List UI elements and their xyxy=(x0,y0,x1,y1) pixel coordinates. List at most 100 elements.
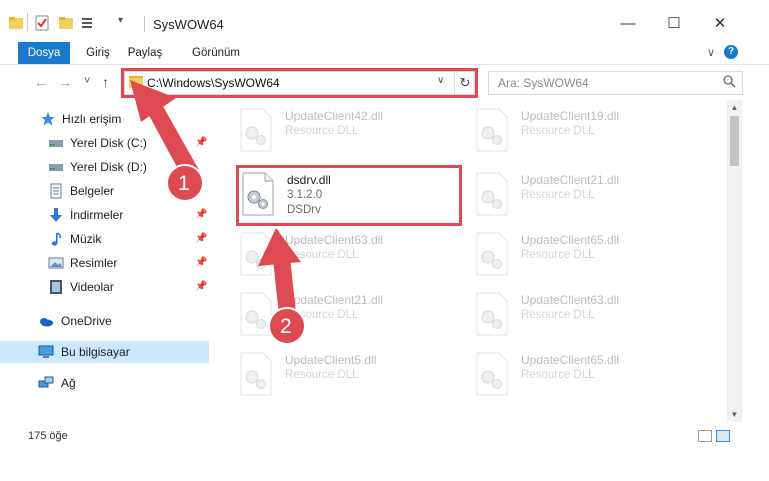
pin-icon[interactable]: 📌 xyxy=(195,233,207,244)
tab-giris[interactable]: Giriş xyxy=(78,42,118,64)
window-bottom xyxy=(0,450,769,481)
file-item[interactable]: UpdateClient21.dll Resource DLL xyxy=(471,168,691,224)
new-folder-icon[interactable] xyxy=(58,15,74,31)
sidebar-item-this-pc[interactable]: Bu bilgisayar xyxy=(0,341,209,363)
navigation-pane: Hızlı erişim Yerel Disk (C:) 📌 Yerel Dis… xyxy=(0,100,213,422)
file-item[interactable]: UpdateClient63.dll Resource DLL xyxy=(235,228,455,284)
file-description: Resource DLL xyxy=(521,249,595,261)
file-description: Resource DLL xyxy=(285,249,359,261)
sidebar-item-network[interactable]: Ağ xyxy=(0,372,209,394)
sidebar-item-videos[interactable]: Videolar 📌 xyxy=(0,276,209,298)
sidebar-item-label: Bu bilgisayar xyxy=(61,345,130,359)
properties-icon[interactable] xyxy=(34,15,50,31)
file-item[interactable]: UpdateClient42.dll Resource DLL xyxy=(235,104,455,160)
pin-icon[interactable]: 📌 xyxy=(195,137,207,148)
item-count: 175 öğe xyxy=(28,430,68,442)
dll-file-icon xyxy=(476,232,508,276)
file-description: Resource DLL xyxy=(521,309,595,321)
dll-file-icon xyxy=(240,232,272,276)
drive-icon xyxy=(49,140,63,147)
file-item[interactable]: UpdateClient65.dll Resource DLL xyxy=(471,348,691,404)
status-bar: 175 öğe xyxy=(0,422,769,450)
pictures-icon xyxy=(48,257,64,269)
step-2-label: 2 xyxy=(280,315,292,338)
dll-file-icon xyxy=(476,108,508,152)
computer-icon xyxy=(38,345,54,358)
sidebar-item-drive-c[interactable]: Yerel Disk (C:) 📌 xyxy=(0,132,209,154)
network-icon xyxy=(38,376,54,388)
details-view-icon[interactable] xyxy=(698,430,712,442)
sidebar-item-pictures[interactable]: Resimler 📌 xyxy=(0,252,209,274)
sidebar-item-quick-access[interactable]: Hızlı erişim xyxy=(0,108,209,130)
address-highlight xyxy=(121,68,478,98)
tab-dosya[interactable]: Dosya xyxy=(18,42,70,64)
file-item[interactable]: UpdateClient19.dll Resource DLL xyxy=(471,104,691,160)
onedrive-icon xyxy=(40,318,53,327)
sidebar-item-label: Ağ xyxy=(61,376,76,390)
documents-icon xyxy=(50,183,62,199)
file-item[interactable]: UpdateClient21.dll Resource DLL xyxy=(235,288,455,344)
help-icon[interactable]: ? xyxy=(724,45,738,59)
search-input[interactable]: Ara: SysWOW64 xyxy=(488,71,743,95)
sidebar-item-label: Yerel Disk (C:) xyxy=(70,136,147,150)
dll-file-icon xyxy=(476,172,508,216)
sidebar-item-label: Videolar xyxy=(70,280,114,294)
music-icon xyxy=(51,232,61,246)
scroll-up-icon[interactable]: ▲ xyxy=(727,100,742,115)
file-description: Resource DLL xyxy=(285,125,359,137)
star-icon xyxy=(41,112,55,126)
close-button[interactable]: ✕ xyxy=(697,8,743,38)
videos-icon xyxy=(50,280,62,294)
ribbon-expand-icon[interactable]: ∨ xyxy=(707,46,715,59)
pin-icon[interactable]: 📌 xyxy=(195,257,207,268)
dll-file-icon xyxy=(476,292,508,336)
toolbar-divider xyxy=(27,13,28,31)
file-name: UpdateClient65.dll xyxy=(521,353,620,367)
tab-gorunum[interactable]: Görünüm xyxy=(184,42,248,64)
window-title: SysWOW64 xyxy=(153,17,224,32)
drive-icon xyxy=(49,164,63,171)
file-name: UpdateClient5.dll xyxy=(285,353,377,367)
minimize-button[interactable]: — xyxy=(605,8,651,38)
file-item[interactable]: UpdateClient5.dll Resource DLL xyxy=(235,348,455,404)
scroll-down-icon[interactable]: ▼ xyxy=(727,407,742,422)
search-icon xyxy=(723,75,736,88)
title-divider xyxy=(144,16,145,32)
maximize-button[interactable]: ☐ xyxy=(651,8,697,38)
sidebar-item-label: OneDrive xyxy=(61,314,112,328)
search-placeholder: Ara: SysWOW64 xyxy=(498,76,589,90)
recent-locations-button[interactable]: ˅ xyxy=(84,75,90,87)
file-item[interactable]: UpdateClient65.dll Resource DLL xyxy=(471,228,691,284)
scroll-thumb[interactable] xyxy=(730,116,739,166)
file-name: UpdateClient63.dll xyxy=(521,293,620,307)
dll-file-icon xyxy=(240,352,272,396)
file-name: UpdateClient63.dll xyxy=(285,233,384,247)
tab-paylas[interactable]: Paylaş xyxy=(120,42,170,64)
file-item[interactable]: UpdateClient63.dll Resource DLL xyxy=(471,288,691,344)
title-bar: ▾ SysWOW64 — ☐ ✕ xyxy=(0,0,769,44)
customize-toolbar-icon[interactable] xyxy=(80,15,96,31)
file-name: UpdateClient21.dll xyxy=(285,293,384,307)
sidebar-item-label: Müzik xyxy=(70,232,102,246)
back-button[interactable]: ← xyxy=(34,74,48,90)
sidebar-item-label: İndirmeler xyxy=(70,208,124,222)
vertical-scrollbar[interactable]: ▲ ▼ xyxy=(727,100,742,422)
step-1-label: 1 xyxy=(178,172,190,195)
pin-icon[interactable]: 📌 xyxy=(195,209,207,220)
sidebar-item-downloads[interactable]: İndirmeler 📌 xyxy=(0,204,209,226)
qat-dropdown-icon[interactable]: ▾ xyxy=(118,15,123,26)
file-description: Resource DLL xyxy=(521,125,595,137)
up-button[interactable]: ↑ xyxy=(102,74,109,90)
forward-button[interactable]: → xyxy=(58,74,72,90)
large-icons-view-icon[interactable] xyxy=(716,430,730,442)
file-highlight xyxy=(236,165,462,226)
dll-file-icon xyxy=(240,108,272,152)
sidebar-item-onedrive[interactable]: OneDrive xyxy=(0,310,209,332)
sidebar-item-label: Belgeler xyxy=(70,184,115,198)
file-description: Resource DLL xyxy=(285,369,359,381)
pin-icon[interactable]: 📌 xyxy=(195,281,207,292)
sidebar-item-label: Resimler xyxy=(70,256,118,270)
sidebar-item-music[interactable]: Müzik 📌 xyxy=(0,228,209,250)
sidebar-item-label: Hızlı erişim xyxy=(62,112,122,126)
file-description: Resource DLL xyxy=(521,189,595,201)
